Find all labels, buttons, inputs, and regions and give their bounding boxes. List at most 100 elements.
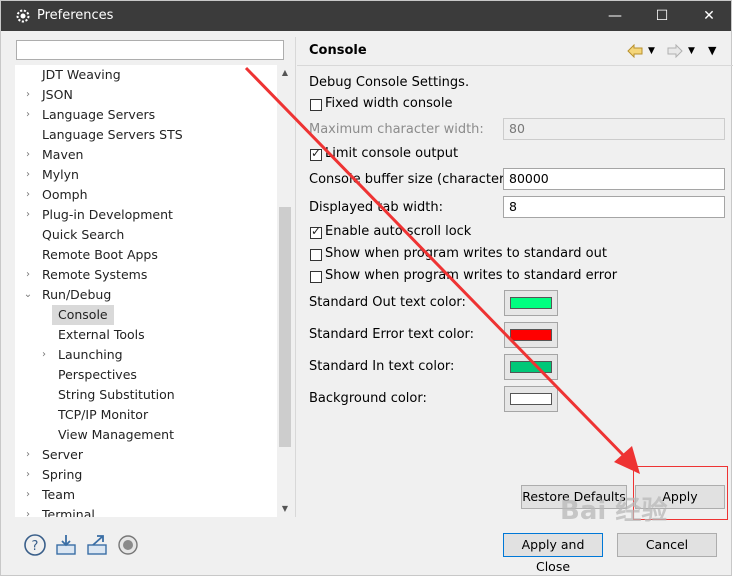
fixed-width-label: Fixed width console [325,96,453,111]
tab-width-field[interactable]: 8 [503,196,725,218]
tree-item-label: Console [52,305,114,325]
minimize-button[interactable]: — [592,1,638,31]
out-color-button[interactable] [504,290,558,316]
tree-item-label: Remote Systems [42,267,148,282]
forward-dropdown-icon[interactable]: ▼ [688,46,695,56]
chevron-down-icon[interactable]: ⌄ [21,285,35,305]
scrollbar-thumb[interactable] [279,207,291,447]
tree-item-label: Perspectives [58,367,137,382]
view-menu-icon[interactable]: ▼ [708,44,716,57]
chevron-right-icon[interactable]: › [21,165,35,185]
tree-item-label: JSON [42,87,73,102]
err-color-swatch [510,329,552,341]
tree-item-label: Terminal [42,507,95,517]
oomph-record-icon[interactable] [116,533,140,557]
watermark: Bai 经验 [560,496,668,526]
tab-width-label: Displayed tab width: [309,200,443,215]
close-button[interactable]: ✕ [686,1,732,31]
err-color-button[interactable] [504,322,558,348]
background-window-edge-bottom [0,576,738,581]
import-icon[interactable] [54,533,78,557]
tree-item-label: Maven [42,147,84,162]
chevron-right-icon[interactable]: › [21,145,35,165]
chevron-right-icon[interactable]: › [21,445,35,465]
title-bar: Preferences — ☐ ✕ [1,1,731,31]
bg-color-button[interactable] [504,386,558,412]
tree-item-label: JDT Weaving [42,67,121,82]
preference-page: Console ▼ ▼ ▼ Debug Console Settings. Fi… [297,37,733,517]
tree-item-label: Launching [58,347,123,362]
max-char-width-label: Maximum character width: [309,122,484,137]
forward-arrow-icon[interactable] [667,44,683,58]
auto-scroll-label: Enable auto scroll lock [325,224,472,239]
in-color-swatch [510,361,552,373]
tree-item-label: View Management [58,427,174,442]
back-arrow-icon[interactable] [627,44,643,58]
chevron-right-icon[interactable]: › [37,345,51,365]
in-color-button[interactable] [504,354,558,380]
tree-item-label: Language Servers STS [42,127,183,142]
chevron-right-icon[interactable]: › [21,265,35,285]
navigation-pane: JDT Weaving › JSON › Language Servers Languag… [9,37,293,517]
preference-tree: JDT Weaving › JSON › Language Servers Languag… [15,65,279,517]
in-color-label: Standard In text color: [309,359,455,374]
tree-item-label: Mylyn [42,167,79,182]
fixed-width-checkbox[interactable] [310,99,322,111]
show-stdout-checkbox[interactable] [310,249,322,261]
auto-scroll-checkbox[interactable] [310,224,322,239]
chevron-right-icon[interactable]: › [21,205,35,225]
tree-item-label: Oomph [42,187,88,202]
page-header: Console ▼ ▼ ▼ [297,37,733,66]
tree-item-label: Plug-in Development [42,207,173,222]
tree-item-label: Language Servers [42,107,156,122]
show-stderr-label: Show when program writes to standard err… [325,268,618,283]
window-title: Preferences [37,8,114,23]
chevron-right-icon[interactable]: › [21,185,35,205]
tree-item-label: Spring [42,467,83,482]
apply-and-close-button[interactable]: Apply and Close [503,533,603,574]
buffer-size-field[interactable]: 80000 [503,168,725,190]
tree-item-label: Server [42,447,83,462]
scroll-up-icon[interactable]: ▲ [277,65,293,81]
maximize-button[interactable]: ☐ [639,1,685,31]
limit-output-checkbox[interactable] [310,146,322,161]
page-title: Console [309,43,367,58]
tree-scrollbar[interactable]: ▲ ▼ [277,65,293,517]
export-icon[interactable] [85,533,109,557]
page-description: Debug Console Settings. [309,75,470,90]
tree-item-label: Team [42,487,76,502]
max-char-width-field: 80 [503,118,725,140]
chevron-right-icon[interactable]: › [21,105,35,125]
tree-item-label: TCP/IP Monitor [58,407,149,422]
back-dropdown-icon[interactable]: ▼ [648,46,655,56]
tree-item-label: Remote Boot Apps [42,247,158,262]
tree-item-label: External Tools [58,327,145,342]
help-icon[interactable]: ? [23,533,47,557]
tree-item-label: String Substitution [58,387,175,402]
gear-icon [16,9,30,23]
cancel-button[interactable]: Cancel [617,533,717,557]
dialog-footer: ? Apply and Close Cancel [1,521,733,574]
out-color-label: Standard Out text color: [309,295,466,310]
chevron-right-icon[interactable]: › [21,465,35,485]
show-stderr-checkbox[interactable] [310,271,322,283]
buffer-size-label: Console buffer size (characters): [309,172,521,187]
show-stdout-label: Show when program writes to standard out [325,246,607,261]
scroll-down-icon[interactable]: ▼ [277,501,293,517]
out-color-swatch [510,297,552,309]
chevron-right-icon[interactable]: › [21,505,35,517]
filter-input[interactable] [16,40,284,60]
chevron-right-icon[interactable]: › [21,85,35,105]
tree-item-label: Run/Debug [42,287,112,302]
chevron-right-icon[interactable]: › [21,485,35,505]
sash[interactable] [295,37,296,517]
tree-item-label: Quick Search [42,227,125,242]
